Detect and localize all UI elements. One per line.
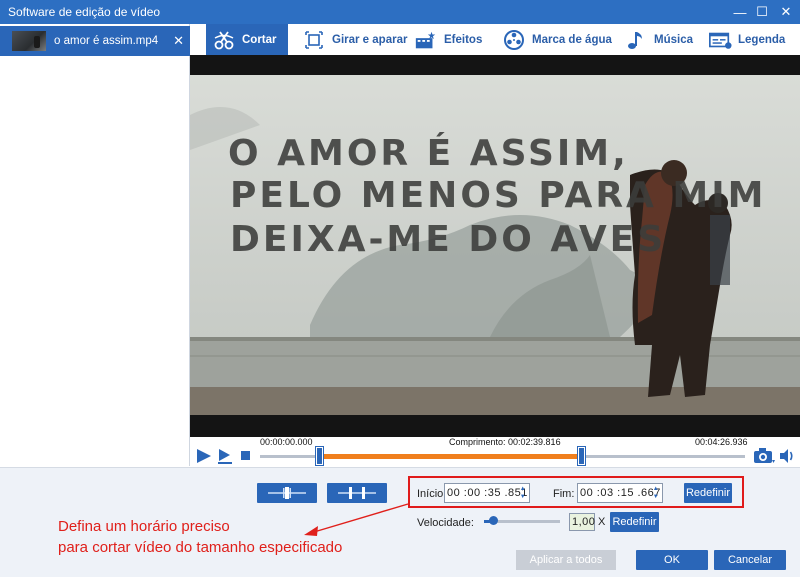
title-bar: Software de edição de vídeo — ☐ ✕ (0, 0, 800, 24)
window-title: Software de edição de vídeo (8, 5, 161, 19)
ok-button[interactable]: OK (636, 550, 708, 570)
annotation-arrow (304, 503, 409, 536)
file-list-item[interactable]: o amor é assim.mp4 ✕ (0, 26, 190, 56)
reset-speed-button[interactable]: Redefinir (610, 512, 659, 532)
speed-value-field[interactable]: 1,00 (569, 513, 595, 531)
split-icon (268, 487, 306, 499)
timeline-length: Comprimento: 00:02:39.816 (449, 437, 561, 447)
video-thumbnail (12, 31, 46, 51)
tab-cortar-label: Cortar (242, 33, 277, 46)
file-name: o amor é assim.mp4 (54, 35, 159, 47)
trim-start-handle[interactable] (314, 446, 324, 466)
end-time-label: Fim: (553, 488, 575, 500)
timeline-bar: 00:00:00.000 Comprimento: 00:02:39.816 0… (190, 437, 800, 467)
snapshot-camera-icon[interactable] (752, 446, 776, 466)
speed-value: 1,00 (572, 516, 596, 528)
tab-marca-label: Marca de água (532, 33, 612, 46)
tab-efeitos-label: Efeitos (444, 33, 483, 46)
tab-cortar[interactable]: Cortar (206, 24, 288, 55)
graffiti-line-3: DEIXA-ME DO AVES (230, 219, 666, 260)
play-segment-icon[interactable] (216, 447, 236, 465)
end-time-spinner-icon[interactable]: ▲ ▼ (651, 485, 661, 501)
speed-label: Velocidade: (417, 517, 474, 529)
start-time-value: 00 :00 :35 .851 (447, 487, 528, 499)
video-preview: O AMOR É ASSIM, PELO MENOS PARA MIM DEIX… (190, 55, 800, 437)
tab-marca-de-agua[interactable]: Marca de água (496, 24, 618, 55)
speed-unit: X (598, 516, 606, 528)
start-time-spinner-icon[interactable]: ▲ ▼ (518, 485, 528, 501)
timeline-start-time: 00:00:00.000 (260, 437, 313, 447)
tab-efeitos[interactable]: Efeitos (408, 24, 488, 55)
annotation-line-2: para cortar vídeo do tamanho especificad… (58, 539, 343, 556)
tab-legenda[interactable]: Legenda (702, 24, 791, 55)
tab-girar-e-aparar[interactable]: Girar e aparar (296, 24, 413, 55)
apply-to-all-button[interactable]: Aplicar a todos (516, 550, 616, 570)
cancel-button[interactable]: Cancelar (714, 550, 786, 570)
start-time-input[interactable]: 00 :00 :35 .851 ▲ ▼ (444, 483, 530, 503)
maximize-button[interactable]: ☐ (750, 0, 774, 24)
subtitle-icon (708, 29, 732, 51)
tab-girar-label: Girar e aparar (332, 33, 408, 46)
end-time-value: 00 :03 :15 .667 (580, 487, 661, 499)
minimize-button[interactable]: — (728, 0, 752, 24)
watermark-icon (502, 29, 526, 51)
trim-end-handle[interactable] (577, 446, 587, 466)
trim-range (319, 454, 583, 459)
effects-icon (414, 29, 438, 51)
tab-legenda-label: Legenda (738, 33, 786, 46)
start-time-label: Início: (417, 488, 447, 500)
stop-icon[interactable] (240, 449, 252, 463)
end-time-input[interactable]: 00 :03 :15 .667 ▲ ▼ (577, 483, 663, 503)
graffiti-line-2: PELO MENOS PARA MIM (230, 175, 766, 216)
close-button[interactable]: ✕ (774, 0, 798, 24)
crop-icon (302, 29, 326, 51)
tab-musica[interactable]: Música (618, 24, 699, 55)
volume-icon[interactable] (778, 447, 798, 465)
graffiti-line-1: O AMOR É ASSIM, (228, 132, 629, 174)
play-icon[interactable] (194, 447, 218, 465)
tab-musica-label: Música (654, 33, 693, 46)
music-note-icon (624, 29, 648, 51)
reset-trim-button[interactable]: Redefinir (684, 483, 732, 503)
file-list-panel: o amor é assim.mp4 ✕ (0, 24, 190, 466)
scissors-icon (212, 29, 236, 51)
editor-toolbar: Cortar Girar e aparar Efeitos Marca de á… (190, 24, 800, 55)
trim-icon (338, 487, 376, 499)
timeline-end-time: 00:04:26.936 (695, 437, 748, 447)
remove-file-icon[interactable]: ✕ (173, 33, 184, 49)
